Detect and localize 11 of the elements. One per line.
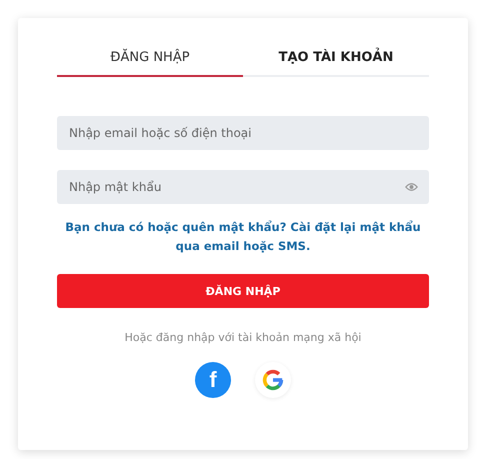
eye-icon[interactable] [405, 182, 418, 192]
facebook-button[interactable]: f [195, 362, 231, 398]
google-logo [262, 369, 284, 391]
tab[interactable]: ĐĂNG NHẬP [57, 50, 243, 77]
social-login-caption: Hoặc đăng nhập với tài khoản mạng xã hội [124, 331, 362, 344]
email-field[interactable]: Nhập email hoặc số điện thoại [57, 116, 429, 150]
google-button[interactable] [255, 362, 291, 398]
password-field[interactable]: Nhập mật khẩu [57, 170, 429, 204]
login-button[interactable]: ĐĂNG NHẬP [57, 274, 429, 308]
tab[interactable]: TẠO TÀI KHOẢN [243, 50, 429, 77]
reset-password-link[interactable]: Bạn chưa có hoặc quên mật khẩu? Cài đặt lại mật khẩu qua email hoặc SMS. [57, 218, 429, 256]
